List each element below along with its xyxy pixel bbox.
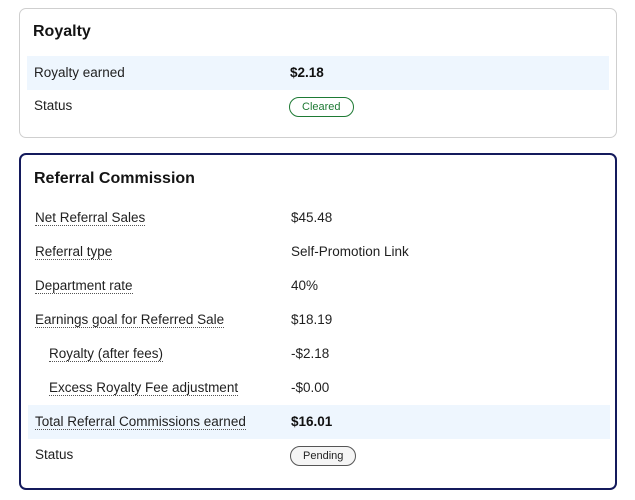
royalty-status-row: Status Cleared [27, 90, 609, 124]
department-rate-row: Department rate 40% [28, 269, 610, 303]
referral-title: Referral Commission [34, 170, 195, 187]
royalty-earned-label: Royalty earned [34, 65, 125, 80]
referral-type-label[interactable]: Referral type [35, 244, 113, 260]
earnings-goal-value: $18.19 [291, 312, 333, 327]
earnings-goal-row: Earnings goal for Referred Sale $18.19 [28, 303, 610, 337]
total-referral-commissions-label[interactable]: Total Referral Commissions earned [35, 414, 246, 430]
excess-royalty-fee-value: -$0.00 [291, 380, 330, 395]
total-referral-commissions-value: $16.01 [291, 414, 333, 429]
net-referral-sales-row: Net Referral Sales $45.48 [28, 201, 610, 235]
royalty-status-label: Status [34, 98, 73, 113]
referral-status-label: Status [35, 447, 74, 462]
excess-royalty-fee-row: Excess Royalty Fee adjustment -$0.00 [28, 371, 610, 405]
department-rate-value: 40% [291, 278, 319, 293]
royalty-card: Royalty Royalty earned $2.18 Status Clea… [19, 8, 617, 138]
royalty-after-fees-value: -$2.18 [291, 346, 330, 361]
net-referral-sales-value: $45.48 [291, 210, 333, 225]
referral-type-row: Referral type Self-Promotion Link [28, 235, 610, 269]
pending-status-badge: Pending [290, 446, 357, 466]
royalty-after-fees-row: Royalty (after fees) -$2.18 [28, 337, 610, 371]
total-referral-commissions-row: Total Referral Commissions earned $16.01 [28, 405, 610, 439]
royalty-title: Royalty [33, 23, 91, 40]
royalty-earned-row: Royalty earned $2.18 [27, 56, 609, 90]
referral-commission-card: Referral Commission Net Referral Sales $… [19, 153, 617, 490]
referral-status-row: Status Pending [28, 439, 610, 473]
department-rate-label[interactable]: Department rate [35, 278, 133, 294]
earnings-goal-label[interactable]: Earnings goal for Referred Sale [35, 312, 225, 328]
royalty-after-fees-label[interactable]: Royalty (after fees) [49, 346, 164, 362]
excess-royalty-fee-label[interactable]: Excess Royalty Fee adjustment [49, 380, 239, 396]
net-referral-sales-label[interactable]: Net Referral Sales [35, 210, 146, 226]
referral-type-value: Self-Promotion Link [291, 244, 409, 259]
cleared-status-badge: Cleared [289, 97, 354, 117]
royalty-earned-value: $2.18 [290, 65, 324, 80]
